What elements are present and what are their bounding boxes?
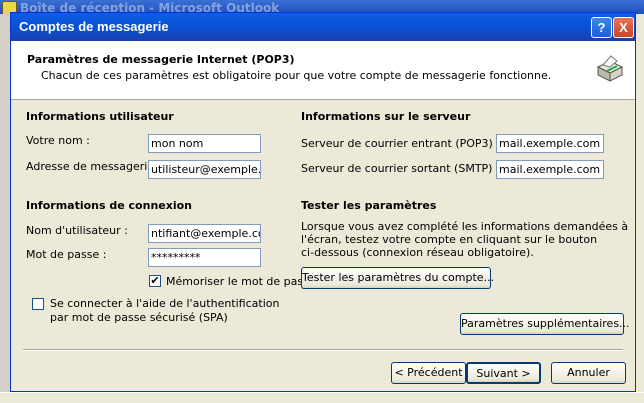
dialog-header: Paramètres de messagerie Internet (POP3)… <box>11 41 635 100</box>
back-button[interactable]: < Précédent <box>391 362 466 384</box>
remember-password-checkbox[interactable]: ✔ <box>149 275 161 287</box>
name-input[interactable]: mon nom <box>148 134 261 153</box>
test-settings-section: Tester les paramètres <box>301 199 437 212</box>
spa-checkbox[interactable] <box>32 298 44 310</box>
username-input[interactable]: ntifiant@exemple.com <box>148 224 261 243</box>
test-account-button[interactable]: Tester les paramètres du compte... <box>301 267 494 289</box>
spa-label-line2[interactable]: par mot de passe sécurisé (SPA) <box>50 311 228 324</box>
username-label: Nom d'utilisateur : <box>26 224 128 237</box>
name-label: Votre nom : <box>26 134 90 147</box>
password-label: Mot de passe : <box>26 248 107 261</box>
header-title: Paramètres de messagerie Internet (POP3) <box>27 53 295 66</box>
spa-label-line1[interactable]: Se connecter à l'aide de l'authentificat… <box>50 297 279 310</box>
dialog-title: Comptes de messagerie <box>19 19 169 34</box>
incoming-server-label: Serveur de courrier entrant (POP3) : <box>301 137 501 150</box>
cancel-button[interactable]: Annuler <box>551 362 626 384</box>
next-button[interactable]: Suivant > <box>466 362 541 384</box>
test-desc-line3: ci-dessous (connexion réseau obligatoire… <box>301 246 534 259</box>
background-left-edge <box>0 14 10 402</box>
user-info-section: Informations utilisateur <box>26 110 174 123</box>
header-description: Chacun de ces paramètres est obligatoire… <box>41 69 552 82</box>
logon-info-section: Informations de connexion <box>26 199 192 212</box>
background-right-edge <box>636 14 644 402</box>
email-accounts-dialog: Comptes de messagerie ? X Paramètres de … <box>10 12 636 392</box>
password-input[interactable]: ********* <box>148 248 261 267</box>
test-desc-line1: Lorsque vous avez complété les informati… <box>301 220 629 233</box>
remember-password-label[interactable]: Mémoriser le mot de passe <box>166 275 316 288</box>
outgoing-server-label: Serveur de courrier sortant (SMTP) : <box>301 162 500 175</box>
server-info-section: Informations sur le serveur <box>301 110 471 123</box>
dialog-titlebar[interactable]: Comptes de messagerie ? X <box>11 13 635 41</box>
mail-server-icon <box>596 55 624 82</box>
outgoing-server-input[interactable]: mail.exemple.com <box>496 160 604 179</box>
test-desc-line2: l'écran, testez votre compte en cliquant… <box>301 233 598 246</box>
background-bottom-edge <box>0 392 644 403</box>
incoming-server-input[interactable]: mail.exemple.com <box>496 134 604 153</box>
email-input[interactable]: utilisteur@exemple.com <box>148 160 261 179</box>
close-button[interactable]: X <box>613 17 634 38</box>
footer-separator <box>23 349 623 351</box>
email-label: Adresse de messagerie : <box>26 160 162 173</box>
more-settings-button[interactable]: Paramètres supplémentaires... <box>460 313 630 335</box>
help-button[interactable]: ? <box>591 17 612 38</box>
